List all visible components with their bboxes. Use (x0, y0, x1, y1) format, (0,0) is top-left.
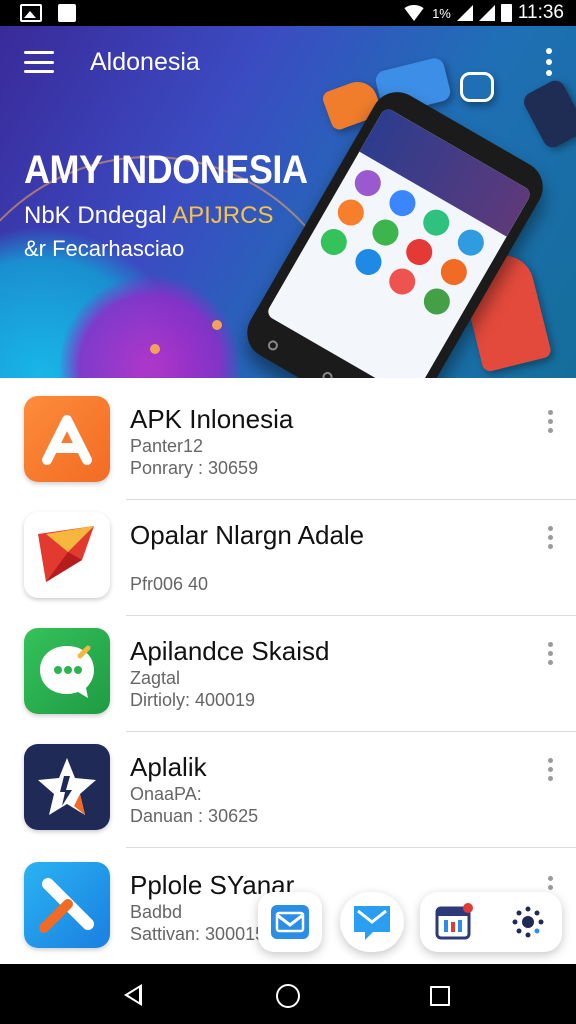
hero-banner[interactable]: Aldonesia AMY INDONESIA NbK Dndegal APIJ… (0, 26, 576, 378)
star-icon (24, 744, 110, 830)
recents-icon[interactable] (430, 986, 450, 1006)
list-item[interactable]: Aplalik OnaaPA: Danuan : 30625 (0, 732, 576, 848)
mail-image-icon (271, 905, 309, 939)
home-icon[interactable] (276, 984, 300, 1008)
settings-button[interactable] (510, 904, 546, 940)
signal-icon-2 (478, 5, 495, 21)
app-notification-icon (58, 4, 76, 22)
status-bar: 1% 11:36 (0, 0, 576, 26)
hamburger-menu-icon[interactable] (24, 51, 54, 73)
app-bar: Aldonesia (0, 26, 576, 98)
message-icon (354, 906, 390, 940)
hero-subtitle-highlight: APIJRCS (172, 202, 274, 229)
message-button[interactable] (340, 892, 404, 952)
list-item[interactable]: Opalar Nlargn Adale Pfr006 40 (0, 500, 576, 616)
settings-dots-icon (512, 906, 544, 938)
app-meta: Sattivan: 300015 (130, 924, 266, 944)
signal-icon (456, 5, 473, 21)
list-item[interactable]: APK Inlonesia Panter12 Ponrary : 30659 (0, 384, 576, 500)
battery-percent: 1% (432, 5, 451, 21)
shortcut-tray (420, 892, 562, 952)
app-name: Apilandce Skaisd (130, 636, 330, 666)
app-name: Opalar Nlargn Adale (130, 520, 365, 550)
battery-icon (500, 4, 512, 22)
calendar-icon (435, 903, 473, 940)
hero-node (150, 344, 160, 354)
chat-bubble-icon (24, 628, 110, 714)
wifi-icon (402, 5, 427, 21)
more-options-icon[interactable] (548, 526, 554, 549)
app-name: Aplalik (130, 752, 207, 782)
play-arrow-icon (24, 512, 110, 598)
more-options-icon[interactable] (548, 642, 554, 665)
app-title: Aldonesia (90, 47, 200, 76)
app-meta: Ponrary : 30659 (130, 458, 259, 478)
more-options-icon[interactable] (548, 410, 554, 433)
hero-title: AMY INDONESIA (24, 148, 308, 192)
calendar-button[interactable] (434, 902, 474, 942)
system-nav-bar (0, 964, 576, 1024)
app-meta: Pfr006 40 (130, 574, 209, 594)
app-meta: Danuan : 30625 (130, 806, 259, 826)
app-category: OnaaPA: (130, 784, 202, 804)
app-category: Panter12 (130, 436, 204, 456)
more-options-icon[interactable] (548, 758, 554, 781)
app-category: Zagtal (130, 668, 181, 688)
back-icon[interactable] (124, 984, 142, 1006)
mail-image-button[interactable] (258, 892, 322, 952)
divider (126, 847, 576, 848)
overflow-menu-icon[interactable] (546, 48, 554, 76)
app-name: APK Inlonesia (130, 404, 294, 434)
app-meta: Dirtioly: 400019 (130, 690, 256, 710)
a-letter-icon (24, 396, 110, 482)
hero-subtitle-2: &r Fecarhasciao (24, 236, 185, 261)
app-category: Badbd (130, 902, 183, 922)
pen-icon (24, 862, 110, 948)
gallery-notification-icon (20, 4, 42, 22)
hero-node (212, 320, 222, 330)
hero-subtitle: NbK Dndegal APIJRCS (24, 202, 274, 229)
list-item[interactable]: Apilandce Skaisd Zagtal Dirtioly: 400019 (0, 616, 576, 732)
clock: 11:36 (517, 2, 564, 23)
app-list: APK Inlonesia Panter12 Ponrary : 30659 O… (0, 384, 576, 964)
